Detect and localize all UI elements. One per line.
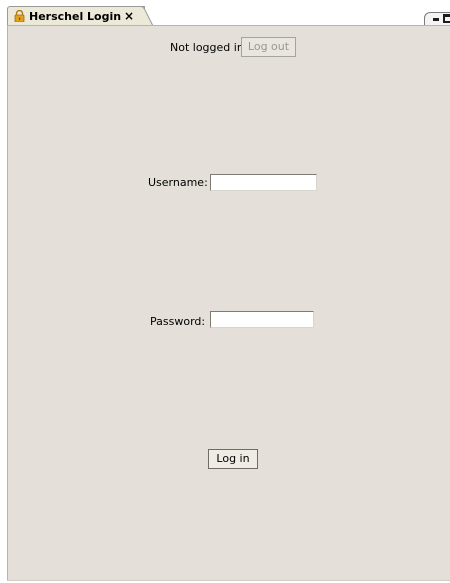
login-status: Not logged in [170,41,244,54]
username-label: Username: [148,176,208,189]
username-field[interactable] [210,174,317,191]
lock-icon [14,10,25,22]
tab-title: Herschel Login [29,10,122,23]
maximize-icon[interactable] [443,14,450,23]
minimize-icon[interactable] [433,18,439,21]
close-icon[interactable]: × [124,9,134,23]
panel-bottom-edge [7,580,450,581]
login-window: Herschel Login × Not logged in Log out U… [0,0,450,583]
tab-strip: Herschel Login × [0,0,450,26]
logout-button[interactable]: Log out [241,37,296,57]
login-button[interactable]: Log in [208,449,258,469]
password-label: Password: [150,315,206,328]
tab-herschel-login[interactable]: Herschel Login × [7,6,145,26]
tab-edge [138,6,154,26]
password-field[interactable] [210,311,314,328]
view-controls [424,12,450,26]
login-panel: Not logged in Log out Username: Password… [7,25,450,580]
